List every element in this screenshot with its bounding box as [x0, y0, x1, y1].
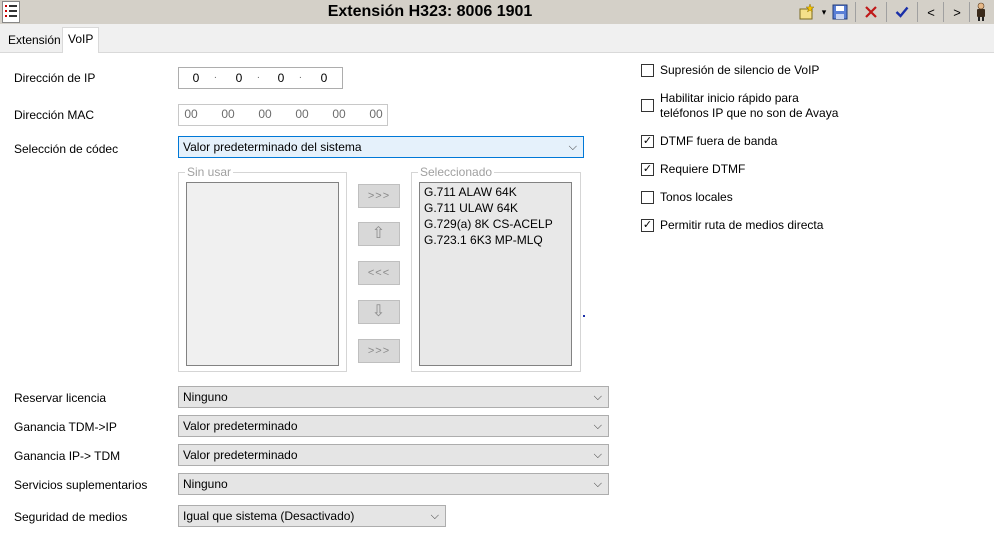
ip-address-field[interactable]: 0 . 0 . 0 . 0	[178, 67, 343, 89]
mac-address-field[interactable]: 00 00 00 00 00 00	[178, 104, 388, 126]
ip-octet[interactable]: 0	[271, 71, 291, 85]
fast-start-label-line2: teléfonos IP que no son de Avaya	[660, 106, 839, 120]
new-item-icon[interactable]	[795, 2, 819, 22]
chevron-down-icon: ⌵	[593, 449, 602, 461]
media-security-select[interactable]: Igual que sistema (Desactivado) ⌵	[178, 505, 446, 527]
unused-codecs-title: Sin usar	[185, 165, 234, 179]
reserve-license-label: Reservar licencia	[14, 391, 107, 405]
chevron-down-icon[interactable]: ▾	[819, 2, 829, 22]
ip-dot: .	[257, 70, 260, 81]
local-tones-checkbox[interactable]	[641, 191, 654, 204]
mac-octet[interactable]: 00	[291, 107, 313, 121]
dtmf-out-of-band-label: DTMF fuera de banda	[660, 134, 778, 148]
toolbar-separator	[969, 2, 970, 22]
selected-codecs-title: Seleccionado	[418, 165, 495, 179]
list-item[interactable]: G.729(a) 8K CS-ACELP	[424, 217, 553, 231]
previous-button[interactable]: <	[922, 2, 940, 22]
ip-octet[interactable]: 0	[229, 71, 249, 85]
chevron-down-icon: ⌵	[593, 478, 602, 490]
list-item[interactable]: G.723.1 6K3 MP-MLQ	[424, 233, 543, 247]
codec-selection-label: Selección de códec	[14, 142, 119, 156]
save-icon[interactable]	[829, 2, 851, 22]
gain-tdm-ip-value: Valor predeterminado	[183, 419, 298, 433]
supplementary-services-select[interactable]: Ninguno ⌵	[178, 473, 609, 495]
chevron-down-icon: ⌵	[593, 420, 602, 432]
gain-tdm-ip-select[interactable]: Valor predeterminado ⌵	[178, 415, 609, 437]
dot-marker	[583, 315, 585, 317]
window-title: Extensión H323: 8006 1901	[327, 3, 533, 20]
reserve-license-select[interactable]: Ninguno ⌵	[178, 386, 609, 408]
direct-media-path-label: Permitir ruta de medios directa	[660, 218, 824, 232]
move-down-button[interactable]: ⇩	[358, 300, 400, 324]
chevron-down-icon: ⌵	[568, 141, 577, 153]
add-all-codecs-button[interactable]: >>>	[358, 339, 400, 363]
ip-dot: .	[214, 70, 217, 81]
dtmf-out-of-band-checkbox[interactable]: ✓	[641, 135, 654, 148]
gain-ip-tdm-label: Ganancia IP-> TDM	[14, 449, 121, 463]
ip-octet[interactable]: 0	[314, 71, 334, 85]
toolbar-separator	[855, 2, 856, 22]
mac-octet[interactable]: 00	[180, 107, 202, 121]
media-security-label: Seguridad de medios	[14, 510, 128, 524]
toolbar-separator	[943, 2, 944, 22]
list-item[interactable]: G.711 ULAW 64K	[424, 201, 518, 215]
fast-start-label: Habilitar inicio rápido para	[660, 91, 799, 105]
remove-codec-button[interactable]: <<<	[358, 261, 400, 285]
user-figure-icon[interactable]	[972, 2, 990, 22]
media-security-value: Igual que sistema (Desactivado)	[183, 509, 355, 523]
tab-strip	[0, 24, 994, 53]
reserve-license-value: Ninguno	[183, 390, 228, 404]
silence-suppression-checkbox[interactable]	[641, 64, 654, 77]
toolbar-separator	[886, 2, 887, 22]
chevron-down-icon: ⌵	[593, 391, 602, 403]
unused-codecs-list[interactable]	[186, 182, 339, 366]
gain-ip-tdm-value: Valor predeterminado	[183, 448, 298, 462]
mac-octet[interactable]: 00	[254, 107, 276, 121]
next-button[interactable]: >	[948, 2, 966, 22]
codec-selection-value: Valor predeterminado del sistema	[183, 140, 362, 154]
local-tones-label: Tonos locales	[660, 190, 733, 204]
codec-selection-select[interactable]: Valor predeterminado del sistema ⌵	[178, 136, 584, 158]
checkmark-icon[interactable]	[891, 2, 913, 22]
gain-ip-tdm-select[interactable]: Valor predeterminado ⌵	[178, 444, 609, 466]
ip-dot: .	[299, 70, 302, 81]
add-codec-button[interactable]: >>>	[358, 184, 400, 208]
cancel-x-icon[interactable]	[860, 2, 882, 22]
ip-octet[interactable]: 0	[186, 71, 206, 85]
tab-extension[interactable]: Extensión	[3, 29, 66, 52]
chevron-down-icon: ⌵	[430, 510, 439, 522]
toolbar-separator	[917, 2, 918, 22]
mac-octet[interactable]: 00	[217, 107, 239, 121]
selected-codecs-list[interactable]: G.711 ALAW 64K G.711 ULAW 64K G.729(a) 8…	[419, 182, 572, 366]
silence-suppression-label: Supresión de silencio de VoIP	[660, 63, 820, 77]
mac-octet[interactable]: 00	[365, 107, 387, 121]
supplementary-services-label: Servicios suplementarios	[14, 478, 148, 492]
list-item[interactable]: G.711 ALAW 64K	[424, 185, 517, 199]
gain-tdm-ip-label: Ganancia TDM->IP	[14, 420, 117, 434]
requires-dtmf-checkbox[interactable]: ✓	[641, 163, 654, 176]
ip-address-label: Dirección de IP	[14, 71, 96, 85]
move-up-button[interactable]: ⇧	[358, 222, 400, 246]
fast-start-checkbox[interactable]	[641, 99, 654, 112]
direct-media-path-checkbox[interactable]: ✓	[641, 219, 654, 232]
supplementary-services-value: Ninguno	[183, 477, 228, 491]
mac-octet[interactable]: 00	[328, 107, 350, 121]
tab-voip[interactable]: VoIP	[62, 27, 100, 53]
mac-address-label: Dirección MAC	[14, 108, 95, 122]
requires-dtmf-label: Requiere DTMF	[660, 162, 746, 176]
